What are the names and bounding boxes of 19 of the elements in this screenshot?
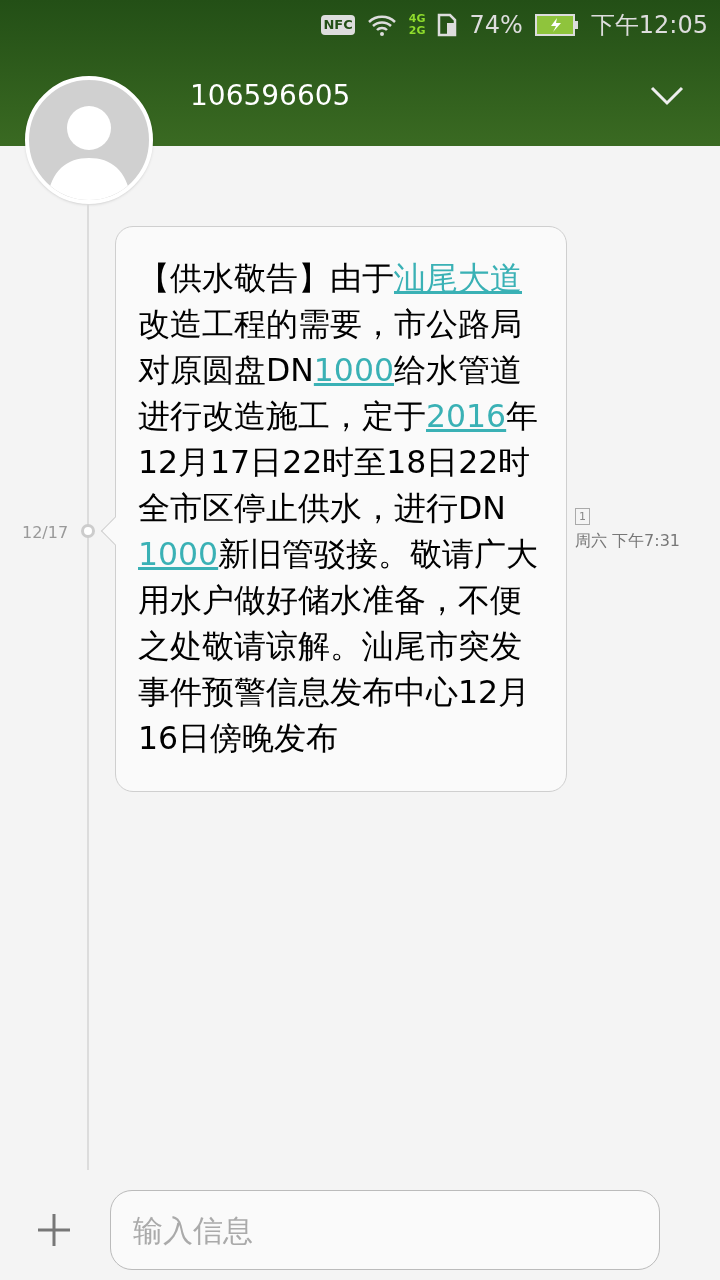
sender-number: 106596605	[190, 78, 352, 114]
sim-alert-icon	[437, 13, 458, 37]
sim-badge: 1	[575, 508, 590, 525]
nfc-icon: NFC	[321, 15, 355, 35]
add-icon[interactable]	[36, 1212, 72, 1248]
message-time: 周六 下午7:31	[575, 530, 680, 552]
wifi-icon	[366, 13, 397, 37]
battery-charging-icon	[534, 14, 579, 36]
signal-icon: 4G 2G	[408, 13, 426, 37]
battery-percent: 74%	[469, 10, 523, 41]
message-link[interactable]: 汕尾大道	[394, 260, 522, 296]
chevron-down-icon[interactable]	[650, 86, 684, 106]
message-input[interactable]: 输入信息	[110, 1190, 660, 1270]
message-date: 12/17	[22, 522, 69, 544]
message-text: 【供水敬告】由于汕尾大道 改造工程的需要，市公路局对原圆盘DN1000给水管道进行改造施工，定于2016年12月17日22时至18日22时全市区停止供水，进行DN 1000新旧管驳接。敬请广大用水户做好储水准备，不便之处敬请谅解。汕尾市突发事件预警信息发布中心12月16日傍晚发布	[138, 259, 540, 758]
message-link[interactable]: 1000	[138, 536, 219, 572]
message-link[interactable]: 2016	[426, 398, 507, 434]
clock: 下午12:05	[590, 10, 708, 41]
message-link[interactable]: 1000	[313, 352, 394, 388]
